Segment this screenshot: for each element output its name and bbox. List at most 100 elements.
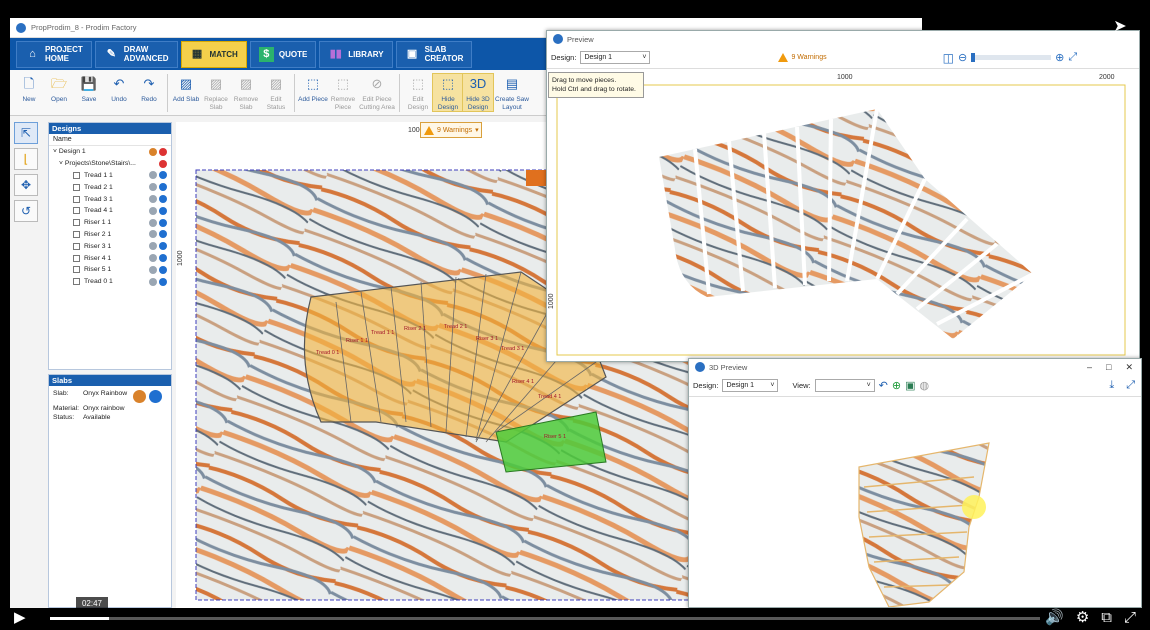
volume-icon[interactable]: 🔊	[1045, 608, 1064, 626]
delete-icon[interactable]	[159, 159, 167, 168]
nav-quote[interactable]: $ QUOTE	[249, 40, 317, 68]
nav-project-home[interactable]: ⌂ PROJECT HOME	[16, 40, 92, 68]
download-icon[interactable]: ⤓	[1109, 379, 1114, 392]
remove-piece-button[interactable]: ⬚ Remove Piece	[328, 74, 358, 111]
create-saw-layout-button[interactable]: ▤ Create Saw Layout	[493, 74, 531, 111]
delete-icon[interactable]	[159, 147, 167, 156]
replace-slab-button[interactable]: ▨ Replace Slab	[201, 74, 231, 111]
design-select[interactable]: Design 1 ˅	[580, 51, 651, 64]
hide-3d-design-button[interactable]: 3D Hide 3D Design	[462, 73, 494, 112]
info-icon[interactable]	[159, 218, 167, 227]
fit-icon[interactable]: ⤢	[1068, 51, 1077, 64]
texture-icon[interactable]: ◍	[920, 379, 930, 392]
edit-status-button[interactable]: ▨ Edit Status	[261, 74, 291, 111]
edit-icon[interactable]	[149, 242, 157, 251]
redo-button[interactable]: ↷ Redo	[134, 74, 164, 104]
layout-icon[interactable]: ◫	[943, 51, 954, 65]
fullscreen-icon[interactable]: ⤢	[1124, 609, 1136, 626]
draw-tool[interactable]: ⌊	[14, 148, 38, 170]
info-icon[interactable]	[159, 206, 167, 215]
edit-icon[interactable]	[149, 206, 157, 215]
tree-item[interactable]: Riser 4 1	[49, 252, 171, 264]
item-checkbox[interactable]	[73, 266, 80, 274]
info-icon[interactable]	[159, 195, 167, 204]
move-tool[interactable]: ✥	[14, 174, 38, 196]
rotate-tool[interactable]: ↺	[14, 200, 38, 222]
edit-icon[interactable]	[149, 183, 157, 192]
view-select[interactable]: ˅	[814, 379, 875, 392]
tree-item[interactable]: Tread 4 1	[49, 205, 171, 217]
warnings-dropdown[interactable]: 9 Warnings ▾	[420, 122, 482, 138]
pip-icon[interactable]: ⧉	[1101, 609, 1112, 626]
item-checkbox[interactable]	[73, 219, 80, 227]
info-icon[interactable]	[159, 242, 167, 251]
camera-icon[interactable]: ▣	[905, 379, 915, 392]
edit-icon[interactable]	[149, 230, 157, 239]
3d-design-select[interactable]: Design 1 ˅	[722, 379, 779, 392]
tree-item[interactable]: Riser 1 1	[49, 217, 171, 229]
info-icon[interactable]	[159, 277, 167, 286]
select-tool[interactable]: ⇱	[14, 122, 38, 144]
edit-icon[interactable]	[149, 277, 157, 286]
settings-icon[interactable]: ⚙	[1076, 608, 1089, 626]
info-icon[interactable]	[159, 171, 167, 180]
tree-item[interactable]: Tread 1 1	[49, 170, 171, 182]
edit-design-button[interactable]: ⬚ Edit Design	[403, 74, 433, 111]
remove-slab-button[interactable]: ▨ Remove Slab	[231, 74, 261, 111]
edit-icon[interactable]	[149, 171, 157, 180]
slab-lock-icon[interactable]	[133, 390, 147, 403]
info-icon[interactable]	[159, 254, 167, 263]
item-checkbox[interactable]	[73, 207, 80, 215]
zoom-out-icon[interactable]: ⊖	[958, 51, 967, 64]
tree-item[interactable]: Tread 3 1	[49, 193, 171, 205]
save-button[interactable]: 💾 Save	[74, 74, 104, 104]
nav-draw-advanced[interactable]: ✎ DRAW ADVANCED	[94, 40, 178, 68]
3d-canvas[interactable]	[689, 397, 1143, 608]
tree-design-root[interactable]: ˅ Design 1	[49, 146, 171, 158]
tree-item[interactable]: Tread 0 1	[49, 276, 171, 288]
tree-item[interactable]: Tread 2 1	[49, 181, 171, 193]
nav-library[interactable]: ▮▮ LIBRARY	[319, 40, 393, 68]
minimize-icon[interactable]: –	[1087, 362, 1092, 373]
zoom-slider-thumb[interactable]	[971, 53, 976, 62]
add-icon[interactable]: ⊕	[892, 379, 901, 392]
preview-warnings[interactable]: 9 Warnings	[778, 53, 827, 62]
add-slab-button[interactable]: ▨ Add Slab	[171, 74, 201, 104]
tree-item[interactable]: Riser 5 1	[49, 264, 171, 276]
nav-slab-creator[interactable]: ▣ SLAB CREATOR	[395, 40, 473, 68]
item-checkbox[interactable]	[73, 183, 80, 191]
edit-piece-cutting-area-button[interactable]: ⊘ Edit Piece Cutting Area	[358, 74, 396, 111]
slab-info-icon[interactable]	[149, 390, 163, 403]
play-icon[interactable]: ▶	[14, 608, 26, 626]
share-icon[interactable]: ➤	[1108, 14, 1132, 38]
tree-item[interactable]: Riser 3 1	[49, 240, 171, 252]
edit-icon[interactable]	[149, 195, 157, 204]
item-checkbox[interactable]	[73, 278, 80, 286]
3d-stair-model[interactable]	[858, 442, 990, 608]
info-icon[interactable]	[159, 230, 167, 239]
zoom-in-icon[interactable]: ⊕	[1055, 51, 1064, 64]
maximize-icon[interactable]: □	[1106, 362, 1111, 373]
add-piece-button[interactable]: ⬚ Add Piece	[298, 74, 328, 104]
undo-button[interactable]: ↶ Undo	[104, 74, 134, 104]
item-checkbox[interactable]	[73, 195, 80, 203]
close-icon[interactable]: ✕	[1125, 362, 1133, 373]
edit-icon[interactable]	[149, 218, 157, 227]
reset-view-icon[interactable]: ↶	[879, 379, 888, 392]
info-icon[interactable]	[159, 265, 167, 274]
fullscreen-icon[interactable]: ⤢	[1126, 379, 1135, 392]
item-checkbox[interactable]	[73, 171, 80, 179]
edit-icon[interactable]	[149, 265, 157, 274]
zoom-slider[interactable]	[971, 53, 1052, 62]
new-button[interactable]: 🗋 New	[14, 74, 44, 104]
item-checkbox[interactable]	[73, 242, 80, 250]
tree-item[interactable]: Riser 2 1	[49, 229, 171, 241]
preview-canvas[interactable]: 1000 2000 1000	[547, 69, 1141, 363]
item-checkbox[interactable]	[73, 254, 80, 262]
open-button[interactable]: 🗁 Open	[44, 74, 74, 104]
info-icon[interactable]	[159, 183, 167, 192]
edit-icon[interactable]	[149, 254, 157, 263]
hide-design-button[interactable]: ⬚ Hide Design	[432, 73, 464, 112]
tree-project[interactable]: ˅ Projects\Stone\Stairs\...	[49, 158, 171, 170]
nav-match[interactable]: ▦ MATCH	[180, 40, 247, 68]
